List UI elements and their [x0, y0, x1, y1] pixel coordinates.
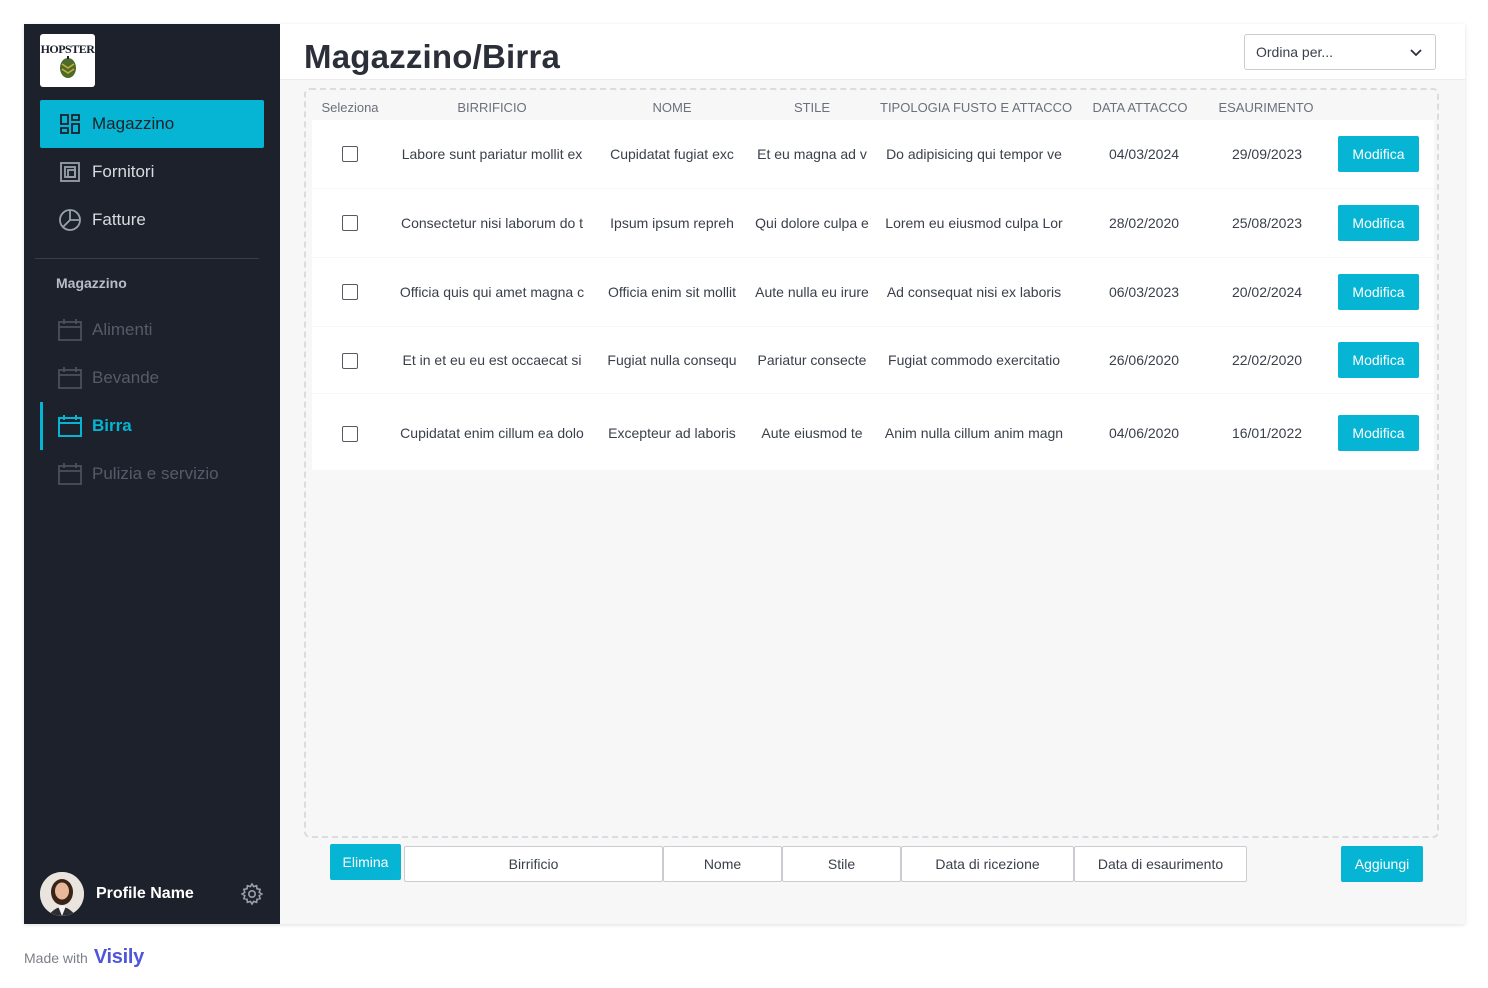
sub-item-alimenti[interactable]: Alimenti: [40, 306, 264, 354]
nav-label-fatture: Fatture: [92, 210, 146, 229]
cell-stile: Et eu magna ad v: [757, 146, 867, 162]
col-tipologia[interactable]: TIPOLOGIA FUSTO E ATTACCO: [880, 100, 1072, 115]
sub-item-bevande[interactable]: Bevande: [40, 354, 264, 402]
page-title: Magazzino/Birra: [304, 38, 561, 75]
layers-icon: [58, 160, 82, 184]
page-header: Magazzino/Birra Ordina per...: [280, 24, 1465, 80]
sub-label-bevande: Bevande: [92, 368, 160, 387]
col-data-attacco[interactable]: DATA ATTACCO: [1084, 100, 1196, 115]
hopster-logo[interactable]: HOPSTER: [40, 34, 95, 87]
birrificio-field[interactable]: Birrificio: [404, 846, 663, 882]
calendar-icon: [58, 414, 82, 438]
cell-stile: Pariatur consecte: [757, 352, 867, 368]
row-checkbox[interactable]: [342, 284, 358, 300]
sub-item-birra[interactable]: Birra: [40, 402, 264, 450]
data-ricezione-field[interactable]: Data di ricezione: [901, 846, 1074, 882]
nome-field[interactable]: Nome: [663, 846, 782, 882]
nav-item-fornitori[interactable]: Fornitori: [40, 148, 264, 196]
cell-nome: Excepteur ad laboris: [608, 425, 736, 441]
sub-label-pulizia: Pulizia e servizio: [92, 464, 219, 483]
cell-stile: Aute eiusmod te: [761, 425, 863, 441]
cell-tipologia: Ad consequat nisi ex laboris: [886, 284, 1062, 300]
cell-stile: Aute nulla eu irure: [755, 284, 869, 300]
col-birrificio[interactable]: BIRRIFICIO: [392, 100, 592, 115]
logo-text: HOPSTER: [40, 41, 95, 56]
cell-esaurimento: 20/02/2024: [1231, 284, 1303, 300]
col-seleziona: Seleziona: [321, 100, 379, 115]
profile-name: Profile Name: [96, 885, 194, 902]
sub-label-alimenti: Alimenti: [92, 320, 153, 339]
col-nome[interactable]: NOME: [600, 100, 744, 115]
sidebar-section-title: Magazzino: [56, 275, 127, 291]
cell-esaurimento: 29/09/2023: [1231, 146, 1303, 162]
cell-birrificio: Cupidatat enim cillum ea dolo: [400, 425, 584, 441]
avatar[interactable]: [40, 872, 84, 916]
modifica-button[interactable]: Modifica: [1338, 342, 1419, 378]
sidebar: HOPSTER Magazzino Fornitori Fatture Maga…: [24, 24, 280, 924]
cell-birrificio: Officia quis qui amet magna c: [399, 284, 585, 300]
sort-placeholder: Ordina per...: [1256, 44, 1334, 60]
made-with-watermark[interactable]: Made with Visily: [24, 946, 144, 969]
calendar-icon: [58, 366, 82, 390]
cell-data-attacco: 06/03/2023: [1108, 284, 1180, 300]
cell-tipologia: Lorem eu eiusmod culpa Lor: [885, 215, 1063, 231]
row-checkbox[interactable]: [342, 426, 358, 442]
data-esaurimento-field[interactable]: Data di esaurimento: [1074, 846, 1247, 882]
chevron-down-icon: [1410, 49, 1422, 57]
sub-label-birra: Birra: [92, 416, 132, 435]
calendar-icon: [58, 318, 82, 342]
row-checkbox[interactable]: [342, 146, 358, 162]
pie-chart-icon: [58, 208, 82, 232]
sidebar-divider: [35, 258, 259, 259]
modifica-button[interactable]: Modifica: [1338, 136, 1419, 172]
aggiungi-button[interactable]: Aggiungi: [1341, 846, 1423, 882]
sort-dropdown[interactable]: Ordina per...: [1244, 34, 1436, 70]
modifica-button[interactable]: Modifica: [1338, 205, 1419, 241]
cell-nome: Cupidatat fugiat exc: [610, 146, 734, 162]
cell-data-attacco: 04/06/2020: [1108, 425, 1180, 441]
made-with-text: Made with: [24, 949, 88, 966]
modifica-button[interactable]: Modifica: [1338, 274, 1419, 310]
hop-icon: [59, 55, 76, 78]
cell-stile: Qui dolore culpa e: [755, 215, 869, 231]
cell-data-attacco: 26/06/2020: [1108, 352, 1180, 368]
nav-item-fatture[interactable]: Fatture: [40, 196, 264, 244]
stile-field[interactable]: Stile: [782, 846, 901, 882]
cell-nome: Officia enim sit mollit: [607, 284, 737, 300]
calendar-icon: [58, 462, 82, 486]
modifica-button[interactable]: Modifica: [1338, 415, 1419, 451]
row-checkbox[interactable]: [342, 215, 358, 231]
app-window: HOPSTER Magazzino Fornitori Fatture Maga…: [24, 24, 1465, 924]
nav-label-fornitori: Fornitori: [92, 162, 155, 181]
col-stile[interactable]: STILE: [748, 100, 876, 115]
cell-nome: Fugiat nulla consequ: [607, 352, 737, 368]
nav-label-magazzino: Magazzino: [92, 114, 175, 133]
cell-tipologia: Fugiat commodo exercitatio: [888, 352, 1060, 368]
gear-icon[interactable]: [240, 882, 264, 906]
cell-tipologia: Do adipisicing qui tempor ve: [886, 146, 1062, 162]
cell-esaurimento: 25/08/2023: [1231, 215, 1303, 231]
cell-birrificio: Consectetur nisi laborum do t: [400, 215, 584, 231]
cell-esaurimento: 22/02/2020: [1231, 352, 1303, 368]
sub-item-pulizia[interactable]: Pulizia e servizio: [40, 450, 264, 498]
cell-birrificio: Et in et eu eu est occaecat si: [402, 352, 582, 368]
elimina-button[interactable]: Elimina: [330, 844, 401, 880]
profile-section: Profile Name: [40, 872, 264, 916]
cell-birrificio: Labore sunt pariatur mollit ex: [401, 146, 583, 162]
cell-tipologia: Anim nulla cillum anim magn: [884, 425, 1064, 441]
nav-item-magazzino[interactable]: Magazzino: [40, 100, 264, 148]
cell-nome: Ipsum ipsum repreh: [610, 215, 734, 231]
cell-esaurimento: 16/01/2022: [1231, 425, 1303, 441]
dashboard-icon: [58, 112, 82, 136]
visily-logo: Visily: [93, 946, 144, 968]
col-esaurimento[interactable]: ESAURIMENTO: [1212, 100, 1320, 115]
cell-data-attacco: 28/02/2020: [1108, 215, 1180, 231]
row-checkbox[interactable]: [342, 353, 358, 369]
cell-data-attacco: 04/03/2024: [1108, 146, 1180, 162]
